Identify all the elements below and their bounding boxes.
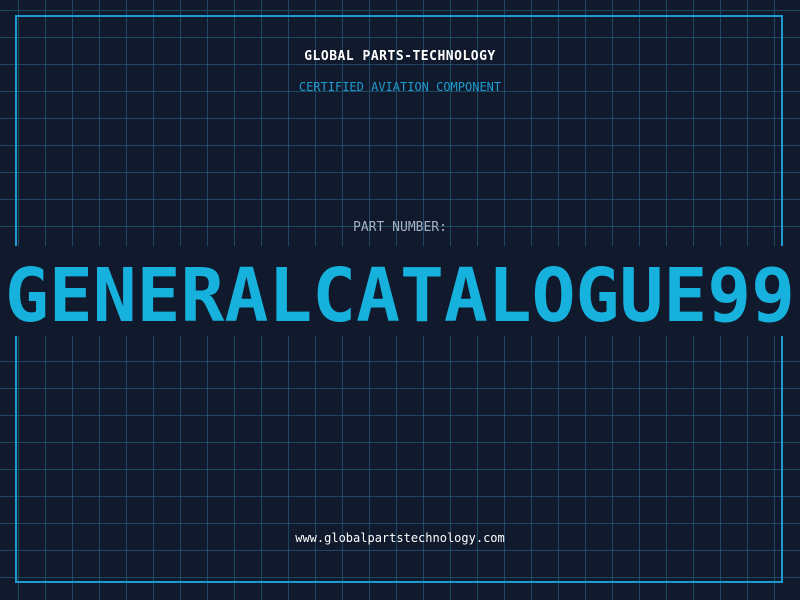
company-name: GLOBAL PARTS-TECHNOLOGY [304, 49, 496, 64]
certification-subtitle: CERTIFIED AVIATION COMPONENT [298, 80, 502, 94]
part-number-value: GENERALCATALOGUE99 [5, 261, 795, 331]
part-number-label: PART NUMBER: [353, 220, 447, 235]
part-number-display: GENERALCATALOGUE99 [5, 261, 795, 331]
website-url: www.globalpartstechnology.com [295, 531, 505, 545]
